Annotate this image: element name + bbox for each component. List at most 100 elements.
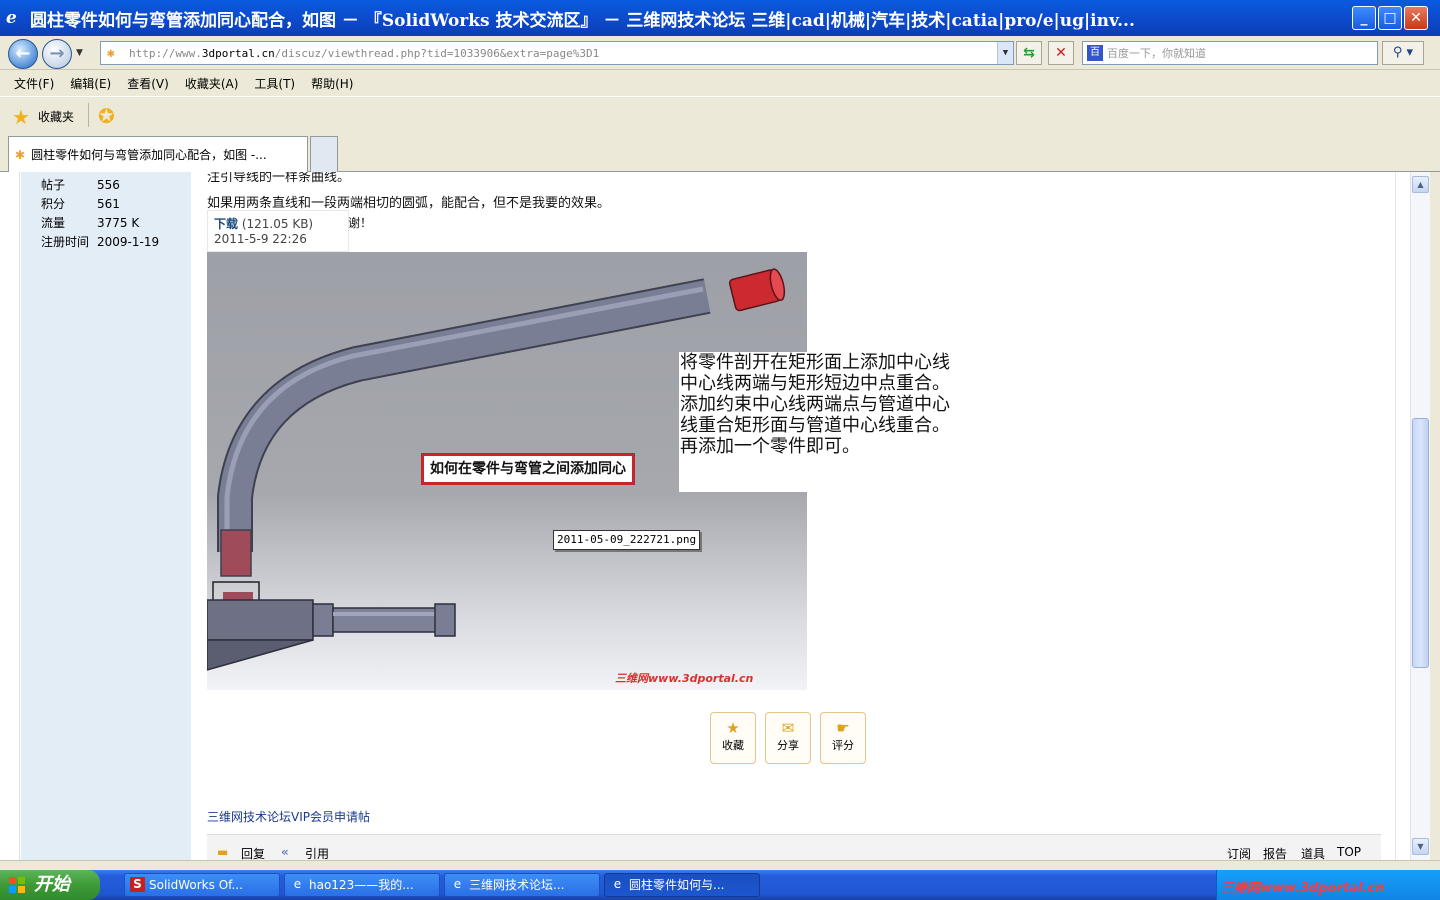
subscribe-link[interactable]: 订阅 bbox=[1227, 845, 1251, 860]
post-text-line: 注引导线的一样条曲线。 bbox=[207, 172, 351, 185]
shaft-flange-left bbox=[312, 603, 334, 637]
system-tray: 三维网www.3dportal.cn bbox=[1216, 870, 1440, 900]
attachment-size: (121.05 KB) bbox=[241, 217, 314, 231]
taskbar-item-hao123[interactable]: e hao123——我的... bbox=[284, 873, 440, 897]
reply-button[interactable]: 回复 bbox=[241, 845, 265, 860]
shaft-body bbox=[332, 607, 438, 633]
address-bar[interactable]: ✱ http://www. 3dportal.cn/discuz/viewthre… bbox=[100, 41, 1014, 65]
address-toolbar: ← → ▼ ✱ http://www. 3dportal.cn/discuz/vi… bbox=[0, 36, 1440, 70]
red-cylinder-part bbox=[728, 268, 786, 312]
action-label: 评分 bbox=[832, 739, 854, 752]
favorites-button[interactable]: 收藏夹 bbox=[38, 108, 74, 125]
menu-favorites[interactable]: 收藏夹(A) bbox=[185, 75, 239, 92]
quote-icon: « bbox=[281, 845, 289, 859]
site-favicon: ✱ bbox=[15, 147, 26, 162]
rate-post-button[interactable]: ☛ 评分 bbox=[820, 712, 866, 764]
menu-tools[interactable]: 工具(T) bbox=[254, 75, 295, 92]
taskbar-label: 三维网技术论坛... bbox=[469, 878, 565, 892]
search-input[interactable]: 百 百度一下，你就知道 bbox=[1082, 41, 1378, 65]
scroll-thumb[interactable] bbox=[1412, 418, 1429, 668]
back-button[interactable]: ← bbox=[8, 39, 38, 69]
scroll-up-icon[interactable]: ▲ bbox=[1412, 176, 1429, 193]
base-chamfer bbox=[207, 639, 314, 671]
shaft-highlight bbox=[333, 612, 437, 616]
history-dropdown-icon[interactable]: ▼ bbox=[76, 48, 83, 58]
window-frame-right bbox=[1430, 172, 1440, 860]
ie-icon: e bbox=[6, 8, 17, 28]
download-link[interactable]: 下载 bbox=[214, 217, 238, 231]
title-bar: e 圆柱零件如何与弯管添加同心配合，如图 － 『SolidWorks 技术交流区… bbox=[0, 0, 1440, 36]
favorite-post-button[interactable]: ★ 收藏 bbox=[710, 712, 756, 764]
image-filename-tooltip: 2011-05-09_222721.png bbox=[553, 530, 701, 550]
forward-button[interactable]: → bbox=[42, 39, 72, 69]
user-stat-traffic: 流量 3775 K bbox=[41, 216, 140, 230]
taskbar-item-3dportal[interactable]: e 三维网技术论坛... bbox=[444, 873, 600, 897]
action-label: 收藏 bbox=[722, 739, 744, 752]
menu-file[interactable]: 文件(F) bbox=[14, 75, 54, 92]
new-tab-button[interactable] bbox=[310, 136, 338, 172]
post-body: 注引导线的一样条曲线。 如果用两条直线和一段两端相切的圆弧，能配合，但不是我要的… bbox=[191, 172, 1396, 860]
shaft-flange-right bbox=[434, 603, 456, 637]
taskbar: 开始 S SolidWorks Of... e hao123——我的... e … bbox=[0, 870, 1440, 900]
start-button[interactable]: 开始 bbox=[0, 870, 100, 900]
tools-link[interactable]: 道具 bbox=[1301, 845, 1325, 860]
refresh-button[interactable]: ⇆ bbox=[1016, 41, 1042, 65]
url-prefix: http://www. bbox=[129, 46, 202, 60]
scroll-down-icon[interactable]: ▼ bbox=[1412, 838, 1429, 855]
left-margin bbox=[0, 172, 20, 860]
window-title: 圆柱零件如何与弯管添加同心配合，如图 － 『SolidWorks 技术交流区』 … bbox=[30, 10, 1135, 31]
start-label: 开始 bbox=[34, 874, 70, 895]
post-text-line: 如果用两条直线和一段两端相切的圆弧，能配合，但不是我要的效果。 bbox=[207, 196, 611, 211]
menu-view[interactable]: 查看(V) bbox=[127, 75, 169, 92]
menu-bar: 文件(F) 编辑(E) 查看(V) 收藏夹(A) 工具(T) 帮助(H) bbox=[0, 70, 1440, 96]
quote-button[interactable]: 引用 bbox=[305, 845, 329, 860]
page-content: 帖子 556 积分 561 流量 3775 K 注册时间 2009-1-19 注引导线的… bbox=[0, 172, 1440, 860]
attachment-popup: 下载 (121.05 KB) 2011-5-9 22:26 bbox=[207, 210, 349, 252]
top-link[interactable]: TOP bbox=[1337, 845, 1361, 859]
base-block bbox=[207, 599, 314, 641]
red-cylinder-segment bbox=[220, 529, 252, 577]
mail-icon: ✉ bbox=[781, 719, 795, 737]
taskbar-item-solidworks[interactable]: S SolidWorks Of... bbox=[124, 873, 280, 897]
close-button[interactable]: ✕ bbox=[1404, 6, 1428, 30]
base-red-insert bbox=[223, 592, 253, 600]
report-link[interactable]: 报告 bbox=[1263, 845, 1287, 860]
thumb-icon: ☛ bbox=[836, 719, 850, 737]
user-stat-registered: 注册时间 2009-1-19 bbox=[41, 235, 160, 249]
tab-current[interactable]: ✱ 圆柱零件如何与弯管添加同心配合，如图 -... bbox=[8, 136, 308, 172]
divider bbox=[88, 103, 89, 127]
stop-button[interactable]: ✕ bbox=[1048, 41, 1074, 65]
tab-label: 圆柱零件如何与弯管添加同心配合，如图 -... bbox=[31, 148, 267, 162]
vertical-scrollbar[interactable]: ▲ ▼ bbox=[1410, 172, 1430, 860]
solidworks-icon: S bbox=[130, 877, 145, 892]
address-dropdown-icon[interactable]: ▼ bbox=[997, 42, 1013, 64]
answer-callout: 将零件剖开在矩形面上添加中心线中心线两端与矩形短边中点重合。添加约束中心线两端点… bbox=[679, 352, 967, 492]
favorites-bar: ★ 收藏夹 ✪ bbox=[0, 96, 1440, 132]
search-placeholder: 百度一下，你就知道 bbox=[1107, 47, 1206, 60]
tray-watermark: 三维网www.3dportal.cn bbox=[1221, 881, 1385, 896]
search-button[interactable]: ⚲ ▾ bbox=[1382, 41, 1424, 65]
minimize-button[interactable]: _ bbox=[1352, 6, 1376, 30]
post-text-line: 谢！ bbox=[348, 216, 373, 230]
baidu-icon: 百 bbox=[1087, 45, 1103, 61]
url-host: 3dportal.cn bbox=[201, 46, 275, 60]
taskbar-label: SolidWorks Of... bbox=[149, 878, 243, 892]
favorites-star-icon[interactable]: ★ bbox=[12, 105, 30, 129]
add-favorite-icon[interactable]: ✪ bbox=[98, 104, 115, 128]
share-post-button[interactable]: ✉ 分享 bbox=[765, 712, 811, 764]
windows-logo-icon bbox=[9, 877, 25, 893]
ie-icon: e bbox=[293, 877, 302, 891]
vip-link[interactable]: 三维网技术论坛VIP会员申请帖 bbox=[207, 808, 370, 825]
ie-icon: e bbox=[613, 877, 622, 891]
maximize-button[interactable]: □ bbox=[1378, 6, 1402, 30]
status-bar bbox=[0, 860, 1440, 870]
reply-icon: ▬ bbox=[217, 845, 229, 859]
star-icon: ★ bbox=[726, 719, 740, 737]
menu-help[interactable]: 帮助(H) bbox=[311, 75, 353, 92]
user-stat-posts: 帖子 556 bbox=[41, 178, 120, 192]
taskbar-item-current[interactable]: e 圆柱零件如何与... bbox=[604, 873, 760, 897]
menu-edit[interactable]: 编辑(E) bbox=[70, 75, 111, 92]
taskbar-label: hao123——我的... bbox=[309, 878, 414, 892]
image-watermark: 三维网www.3dportal.cn bbox=[615, 672, 754, 685]
taskbar-label: 圆柱零件如何与... bbox=[629, 878, 725, 892]
